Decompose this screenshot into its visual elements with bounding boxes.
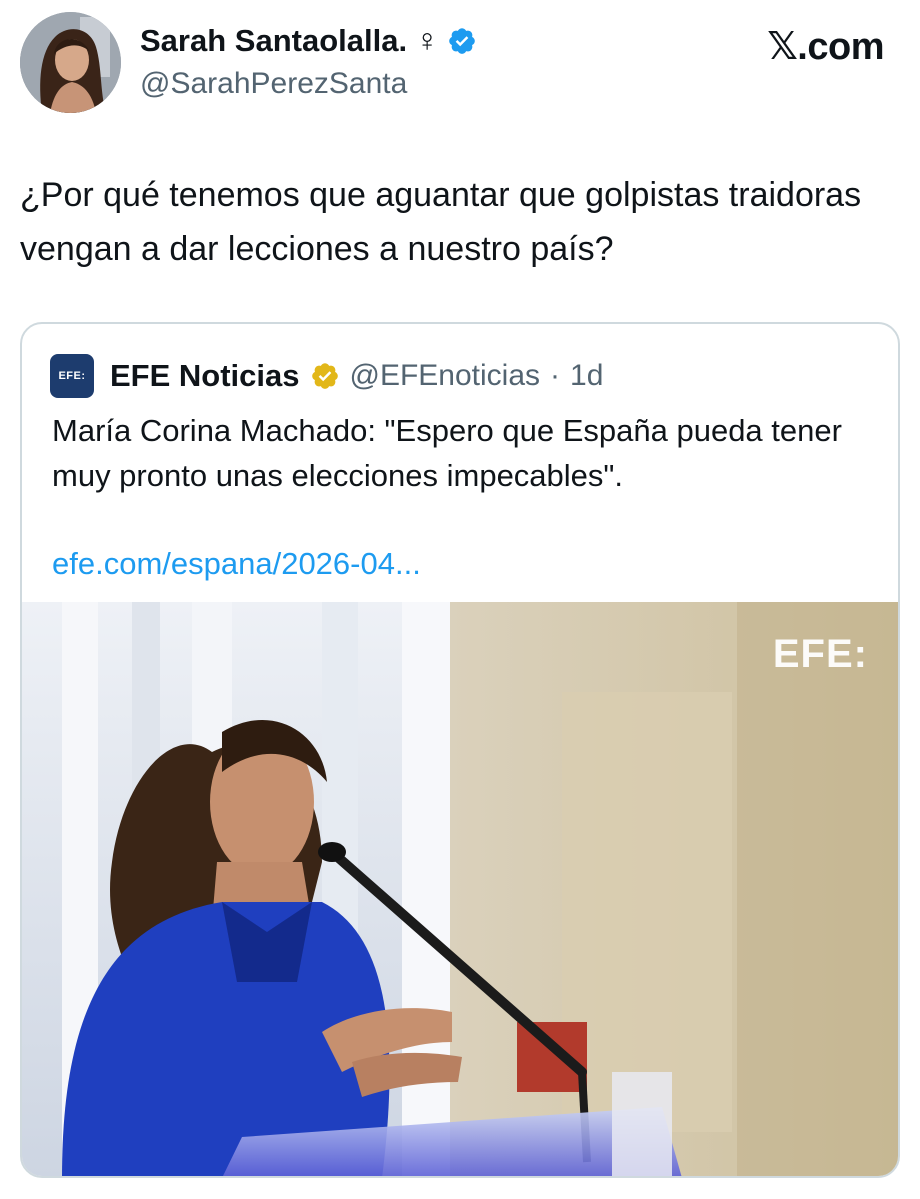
avatar[interactable] xyxy=(20,12,121,113)
efe-watermark: EFE: xyxy=(772,632,868,676)
tweet-text: ¿Por qué tenemos que aguantar que golpis… xyxy=(20,176,862,268)
quoted-tweet-text: María Corina Machado: "Espero que España… xyxy=(52,413,842,493)
gender-symbol: ♀ xyxy=(415,22,440,58)
tweet-screenshot: Sarah Santaolalla. ♀ @SarahPerezSanta 𝕏.… xyxy=(0,0,920,1199)
quoted-handle[interactable]: @EFEnoticias xyxy=(350,359,541,393)
author-handle[interactable]: @SarahPerezSanta xyxy=(140,67,407,101)
quoted-separator: · xyxy=(550,359,561,392)
efe-avatar-logo[interactable]: EFE: xyxy=(50,354,94,398)
verified-badge-icon xyxy=(447,26,477,56)
author-display-name: Sarah Santaolalla. xyxy=(140,22,408,58)
quoted-photo[interactable]: EFE: xyxy=(22,602,898,1176)
x-brand-logo: 𝕏.com xyxy=(767,26,884,68)
quoted-display-name[interactable]: EFE Noticias xyxy=(110,358,300,394)
gold-verified-badge-icon xyxy=(310,361,340,391)
quoted-link[interactable]: efe.com/espana/2026-04... xyxy=(52,546,421,582)
quoted-tweet-header: EFE: EFE Noticias @EFEnoticias · 1d xyxy=(50,354,603,398)
quoted-tweet-card[interactable]: EFE: EFE Noticias @EFEnoticias · 1d Marí… xyxy=(20,322,900,1178)
author-name[interactable]: Sarah Santaolalla. ♀ xyxy=(140,22,477,59)
quoted-timestamp[interactable]: 1d xyxy=(570,359,603,393)
